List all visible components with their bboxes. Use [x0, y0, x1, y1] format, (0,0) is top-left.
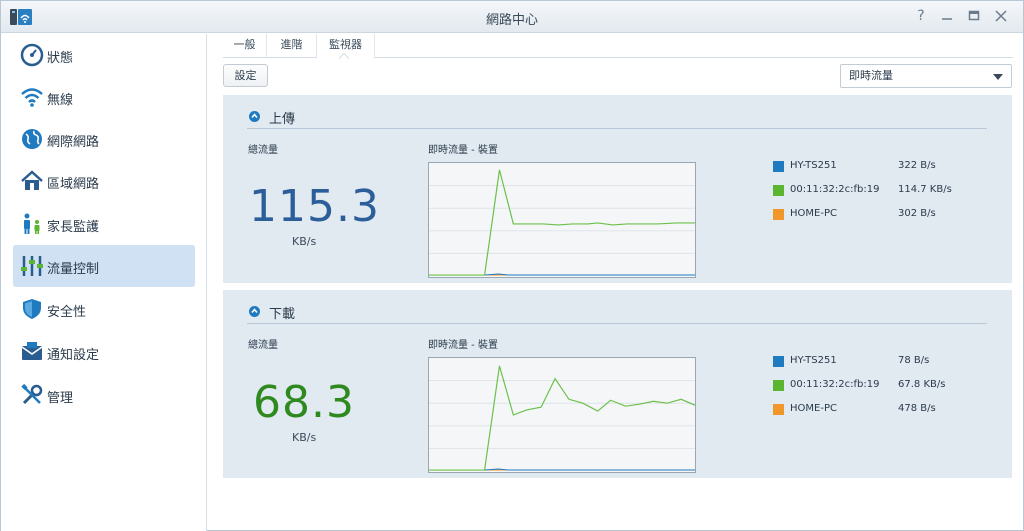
upload-total-value: 115.3 [249, 181, 380, 232]
upload-panel-header[interactable]: 上傳 [247, 107, 987, 129]
sidebar-item-label: 區域網路 [47, 177, 100, 192]
close-icon[interactable] [992, 7, 1010, 25]
sidebar-item-security[interactable]: 安全性 [13, 288, 195, 330]
active-tab-indicator [339, 53, 349, 59]
sidebar-item-label: 無線 [47, 93, 74, 108]
legend-device-name: HY-TS251 [790, 160, 837, 171]
upload-chart-title: 即時流量 - 裝置 [428, 145, 498, 156]
download-total-value: 68.3 [253, 377, 355, 428]
maximize-icon[interactable] [965, 7, 983, 25]
download-chart-title: 即時流量 - 裝置 [428, 340, 498, 351]
gauge-icon [20, 43, 44, 67]
sidebar-item-parental-control[interactable]: 家長監護 [13, 203, 195, 245]
download-realtime-chart [428, 357, 696, 473]
sidebar-item-label: 流量控制 [47, 262, 100, 277]
sidebar-item-label: 家長監護 [47, 220, 100, 235]
upload-panel: 上傳 總流量 115.3 KB/s 即時流量 - 裝置 HY-TS251 322… [223, 95, 1012, 283]
legend-device-value: 478 B/s [898, 403, 936, 414]
sidebar-item-label: 網際網路 [47, 135, 100, 150]
sidebar-item-wireless[interactable]: 無線 [13, 76, 195, 118]
tab-general[interactable]: 一般 [223, 34, 267, 58]
legend-device-name: 00:11:32:2c:fb:19 [790, 379, 880, 390]
legend-device-value: 78 B/s [898, 355, 930, 366]
window-title: 網路中心 [485, 13, 538, 28]
family-icon [24, 213, 40, 234]
legend-swatch [773, 209, 784, 220]
sliders-icon [21, 256, 43, 276]
legend-device-name: HY-TS251 [790, 355, 837, 366]
legend-swatch [773, 185, 784, 196]
minimize-icon[interactable] [938, 7, 956, 25]
tab-advanced[interactable]: 進階 [267, 34, 317, 58]
download-panel-header[interactable]: 下載 [247, 302, 987, 324]
settings-button[interactable]: 設定 [223, 64, 268, 87]
sidebar-item-lan[interactable]: 區域網路 [13, 160, 195, 202]
view-mode-value: 即時流量 [849, 69, 893, 82]
view-mode-select[interactable]: 即時流量 [840, 64, 1012, 88]
sidebar-item-label: 狀態 [47, 51, 74, 66]
download-total-unit: KB/s [292, 431, 317, 444]
title-bar: 網路中心 ? [1, 1, 1023, 33]
legend-device-name: 00:11:32:2c:fb:19 [790, 184, 880, 195]
download-series-mac [429, 365, 695, 471]
network-center-window: 網路中心 ? 狀態 無線 網際網路 區域網路 家長監護 流量控制 安全性 通知設… [0, 0, 1024, 531]
legend-device-value: 302 B/s [898, 208, 936, 219]
upload-total-unit: KB/s [292, 235, 317, 248]
sidebar-item-label: 安全性 [47, 305, 87, 320]
mail-icon [21, 342, 43, 360]
sidebar-item-label: 管理 [47, 391, 74, 406]
upload-realtime-chart [428, 162, 696, 278]
tools-icon [21, 383, 43, 405]
upload-total-label: 總流量 [248, 145, 278, 156]
legend-device-value: 67.8 KB/s [898, 379, 946, 390]
home-icon [21, 170, 43, 190]
wifi-icon [21, 88, 43, 107]
sidebar-item-status[interactable]: 狀態 [13, 34, 195, 76]
globe-icon [22, 129, 42, 149]
shield-icon [23, 299, 41, 319]
sidebar-item-management[interactable]: 管理 [13, 374, 195, 416]
collapse-up-icon[interactable] [249, 111, 260, 122]
collapse-up-icon[interactable] [249, 306, 260, 317]
chevron-down-icon [993, 74, 1003, 80]
legend-swatch [773, 161, 784, 172]
help-icon[interactable]: ? [912, 7, 930, 25]
upload-title: 上傳 [269, 112, 296, 127]
legend-swatch [773, 404, 784, 415]
legend-swatch [773, 380, 784, 391]
sidebar-item-internet[interactable]: 網際網路 [13, 118, 195, 160]
legend-device-value: 322 B/s [898, 160, 936, 171]
download-title: 下載 [269, 307, 296, 322]
legend-device-name: HOME-PC [790, 208, 837, 219]
download-panel: 下載 總流量 68.3 KB/s 即時流量 - 裝置 HY-TS251 78 B… [223, 290, 1012, 478]
sidebar: 狀態 無線 網際網路 區域網路 家長監護 流量控制 安全性 通知設定 管理 [1, 34, 207, 531]
legend-swatch [773, 356, 784, 367]
sidebar-item-traffic-control[interactable]: 流量控制 [13, 245, 195, 287]
legend-device-name: HOME-PC [790, 403, 837, 414]
sidebar-item-notification[interactable]: 通知設定 [13, 331, 195, 373]
download-total-label: 總流量 [248, 340, 278, 351]
sidebar-item-label: 通知設定 [47, 348, 100, 363]
legend-device-value: 114.7 KB/s [898, 184, 952, 195]
